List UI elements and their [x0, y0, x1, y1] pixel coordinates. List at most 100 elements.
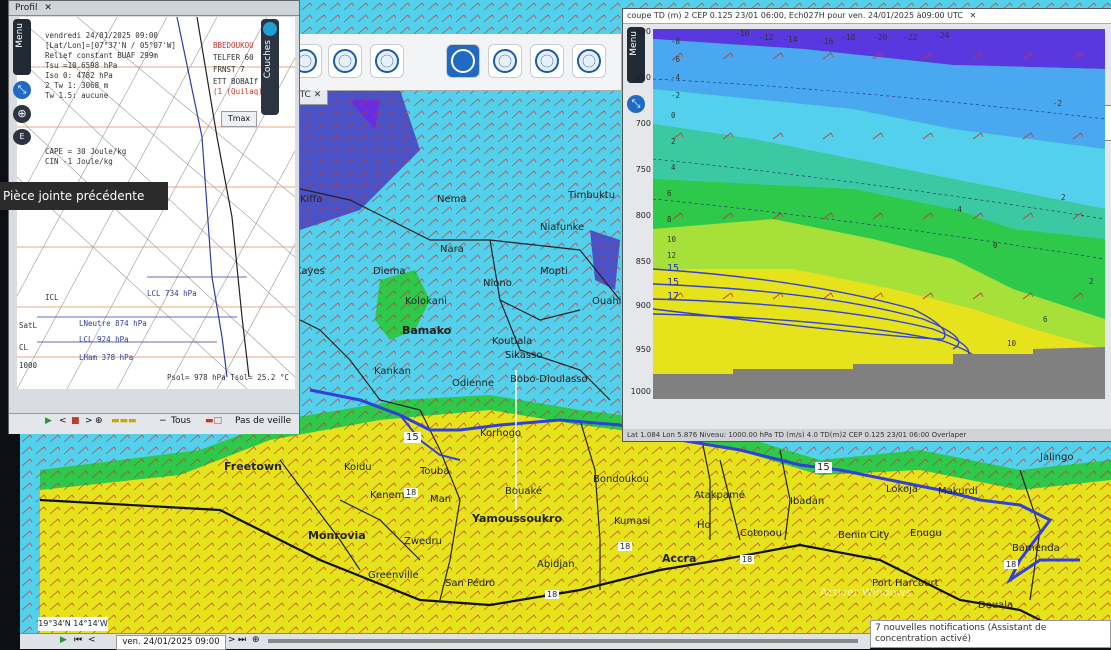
contour-label: 10: [667, 235, 677, 244]
contour-label: 15: [815, 462, 832, 473]
close-icon[interactable]: ✕: [970, 11, 977, 20]
city-label: San Pédro: [445, 578, 496, 589]
profil-right-line: FRNST 7: [213, 65, 245, 74]
city-label: Touba: [420, 466, 450, 477]
stop-icon[interactable]: ■: [71, 416, 80, 426]
pressure-label: 1000: [630, 387, 651, 396]
notification-toast[interactable]: 7 nouvelles notifications (Assistant de …: [870, 620, 1111, 648]
globe-grid-icon[interactable]: [370, 44, 404, 78]
contour-label: -14: [783, 35, 798, 44]
profil-level-label: LNeutre 874 hPa: [79, 319, 147, 328]
contour-label: 6: [1043, 315, 1048, 324]
prev-icon[interactable]: <: [59, 416, 67, 426]
city-label: Bouaké: [505, 486, 543, 497]
profil-tab-title[interactable]: Profil: [15, 3, 37, 13]
city-label: Nema: [437, 194, 467, 205]
contour-label: -2: [1053, 99, 1063, 108]
city-label: Jalingo: [1040, 452, 1074, 463]
grid-icon[interactable]: ⊕: [13, 105, 31, 123]
windows-watermark: Activer Windows: [820, 586, 912, 599]
city-label-bold: Freetown: [224, 460, 282, 473]
city-label: Douala: [978, 600, 1014, 611]
contour-label: 18: [545, 590, 560, 599]
veille-label[interactable]: Pas de veille: [235, 416, 291, 426]
city-label: Kankan: [374, 366, 411, 377]
globe-icon[interactable]: [488, 44, 522, 78]
tmax-button[interactable]: Tmax: [221, 111, 257, 127]
profil-window: Profil ✕ vendredi 24/01/2025 09:00 [Lat/…: [8, 0, 300, 434]
city-label: Kiffa: [300, 194, 323, 205]
tous-label[interactable]: Tous: [171, 416, 191, 426]
zoom-icon[interactable]: ⊕: [252, 635, 260, 645]
city-label: Abidjan: [537, 559, 575, 570]
prev-icon[interactable]: <: [88, 635, 96, 645]
contour-label: 0: [671, 111, 676, 120]
city-label: Sikasso: [505, 350, 543, 361]
pressure-label: 650: [635, 73, 651, 82]
layer-icon[interactable]: E: [13, 129, 31, 145]
minus-icon[interactable]: −: [159, 416, 167, 426]
contour-label: 12: [667, 251, 677, 260]
timeline-slider[interactable]: [268, 639, 858, 643]
profil-ytick: CL: [19, 343, 29, 352]
city-label-bold: Accra: [662, 552, 697, 565]
coordinates-readout: 19°34'N 14°14'W: [38, 617, 108, 631]
next-icon[interactable]: >: [85, 416, 93, 426]
profil-header-line: 2 Tw 1: 3068 m: [45, 81, 109, 90]
menu-tab[interactable]: Menu: [13, 19, 31, 75]
play-icon[interactable]: ▶: [60, 635, 67, 645]
city-label: Ibadan: [790, 496, 825, 507]
city-label-bold: Monrovia: [308, 529, 366, 542]
contour-label: -6: [671, 55, 681, 64]
city-label: Bondoukou: [593, 474, 650, 485]
cross-section-plot[interactable]: [653, 29, 1105, 399]
contour-label: -20: [873, 33, 888, 42]
city-label: Ho: [697, 520, 711, 531]
next-icon[interactable]: >: [228, 635, 236, 645]
contour-label: -12: [759, 33, 774, 42]
profil-header-line: vendredi 24/01/2025 09:00: [45, 31, 158, 40]
city-label: Benin City: [838, 530, 890, 541]
city-label: Zwedru: [404, 536, 442, 547]
profil-psol-label: Psol= 978 hPa Tsol= 25.2 °C: [167, 373, 289, 382]
profil-ytick: 1000: [19, 361, 38, 370]
contour-label: -4: [953, 205, 963, 214]
layers-label: Couches: [263, 40, 273, 79]
profil-right-line: BBEDOUKOU: [213, 41, 254, 50]
watch-toggle-icon[interactable]: ▬□: [205, 416, 222, 426]
zoom-icon[interactable]: ⊕: [95, 416, 103, 426]
rewind-icon[interactable]: ⏮: [74, 635, 82, 645]
tooltip: Pièce jointe précédente: [0, 182, 168, 210]
close-icon[interactable]: ✕: [44, 3, 52, 13]
city-label: Greenville: [368, 570, 419, 581]
profil-cin-line: CIN -1 Joule/kg: [45, 157, 113, 166]
expand-icon[interactable]: ⤡: [627, 95, 645, 113]
profil-level-label: ICL: [45, 293, 59, 302]
city-label: Lokoja: [886, 484, 918, 495]
globe-icon[interactable]: [530, 44, 564, 78]
play-icon[interactable]: ▶: [45, 416, 52, 426]
layers-tab[interactable]: Couches: [261, 19, 279, 115]
fast-forward-icon[interactable]: ⏭: [238, 635, 246, 645]
close-icon[interactable]: ✕: [314, 90, 322, 100]
slider-icon[interactable]: ▬▬▬: [111, 416, 137, 426]
globe-icon[interactable]: [328, 44, 362, 78]
coupe-window: coupe TD (m) 2 CEP 0.125 23/01 06:00, Ec…: [622, 8, 1111, 442]
profil-cape-line: CAPE = 30 Joule/kg: [45, 147, 127, 156]
contour-label: -24: [935, 31, 950, 40]
cross-section-canvas: [653, 29, 1105, 399]
city-label: Odienne: [452, 378, 494, 389]
contour-label: 0: [993, 241, 998, 250]
profil-header-line: [Lat/Lon]=[07°37'N / 05°07'W]: [45, 41, 176, 50]
contour-label: -16: [819, 37, 834, 46]
city-label: Nara: [440, 244, 464, 255]
coupe-titlebar: coupe TD (m) 2 CEP 0.125 23/01 06:00, Ec…: [623, 9, 1111, 24]
contour-label: -2: [671, 91, 681, 100]
expand-icon[interactable]: ⤡: [13, 81, 31, 99]
city-label-bold: Bamako: [402, 324, 452, 337]
eye-globe-icon[interactable]: [572, 44, 606, 78]
snowflake-globe-icon[interactable]: [446, 44, 480, 78]
city-label: Diema: [373, 266, 406, 277]
city-label-bold: Yamoussoukro: [472, 512, 563, 525]
coupe-title[interactable]: coupe TD (m) 2 CEP 0.125 23/01 06:00, Ec…: [627, 11, 963, 20]
